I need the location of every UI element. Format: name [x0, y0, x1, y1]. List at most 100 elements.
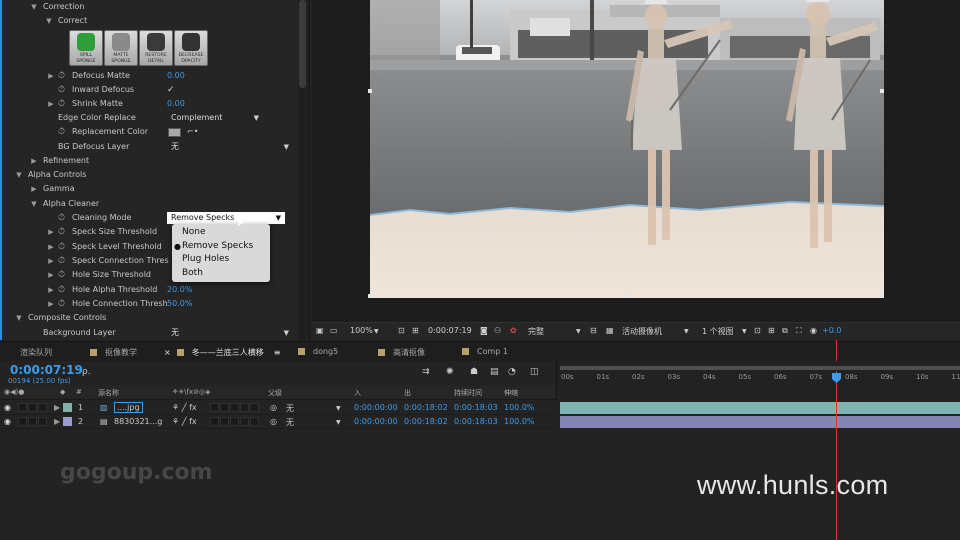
effect-row-alpha-controls[interactable]: ▼ Alpha Controls	[0, 168, 298, 182]
chevron-down-icon[interactable]: ▼	[276, 212, 281, 224]
layer-switch-box[interactable]	[38, 403, 47, 412]
layer-switch-box[interactable]	[28, 417, 37, 426]
dropdown-cleaning-mode[interactable]: Remove Specks ▼	[167, 212, 285, 224]
expand-triangle-right-icon[interactable]: ▶	[29, 154, 39, 168]
stopwatch-icon[interactable]: ⏱	[58, 211, 65, 225]
color-swatch[interactable]	[168, 128, 181, 137]
monitor-icon[interactable]: ▭	[330, 326, 338, 335]
color-channel-icon[interactable]: ✿	[510, 326, 517, 335]
effect-value[interactable]: 20.0%	[167, 283, 192, 297]
effect-row-shrink-matte[interactable]: ▶ ⏱ Shrink Matte 0.00	[0, 97, 298, 111]
stopwatch-icon[interactable]: ⏱	[58, 69, 65, 83]
parent-pickwhip-icon[interactable]: ◎	[270, 417, 277, 426]
layer-duration-bar[interactable]	[560, 402, 960, 414]
layer-switch-box[interactable]	[240, 403, 249, 412]
effect-row-gamma[interactable]: ▶ Gamma	[0, 182, 298, 196]
effect-row-correction[interactable]: ▼ Correction	[0, 0, 298, 14]
effect-row-refinement[interactable]: ▶ Refinement	[0, 154, 298, 168]
effect-row-bg-defocus-layer[interactable]: BG Defocus Layer 无 ▼	[0, 140, 298, 154]
parent-chevron-down-icon[interactable]: ▼	[336, 419, 341, 426]
layer-switch-box[interactable]	[18, 417, 27, 426]
spill-sponge-button[interactable]: SPILL SPONGE	[69, 30, 103, 66]
layer-switch-box[interactable]	[220, 403, 229, 412]
effect-row-alpha-cleaner[interactable]: ▼ Alpha Cleaner	[0, 197, 298, 211]
expand-triangle-right-icon[interactable]: ▶	[29, 182, 39, 196]
layer-switch-box[interactable]	[210, 417, 219, 426]
stopwatch-icon[interactable]: ⏱	[58, 225, 65, 239]
region-of-interest-icon[interactable]: ⊟	[590, 326, 597, 335]
expand-triangle-down-icon[interactable]: ▼	[14, 311, 24, 325]
views-chevron-icon[interactable]: ▼	[742, 328, 747, 335]
chevron-down-icon[interactable]: ▼	[284, 327, 289, 339]
expand-layer-icon[interactable]: ▶	[54, 403, 60, 412]
layer-in[interactable]: 0:00:00:00	[354, 417, 398, 426]
expand-triangle-right-icon[interactable]: ▶	[46, 69, 56, 83]
expand-triangle-down-icon[interactable]: ▼	[29, 197, 39, 211]
shy-layers-icon[interactable]: ☗	[470, 367, 478, 377]
stopwatch-icon[interactable]: ⏱	[58, 254, 65, 268]
effect-value[interactable]: 0.00	[167, 97, 185, 111]
zoom-chevron-icon[interactable]: ▼	[374, 328, 379, 335]
tab-0[interactable]: 渲染队列	[20, 347, 52, 358]
playhead-line[interactable]	[836, 371, 837, 540]
expand-triangle-down-icon[interactable]: ▼	[44, 14, 54, 28]
layer-row[interactable]: ◉ ▶ 1 ....jpg 无 0:00:00:00 0:00:18:02 0:00:18:0…	[0, 401, 556, 415]
effect-row-replacement-color[interactable]: ⏱ Replacement Color ⌐•	[0, 125, 298, 139]
menu-option-plug-holes[interactable]: Plug Holes	[182, 254, 229, 264]
eyedropper-icon[interactable]: ⌐•	[187, 125, 198, 139]
layer-label-color[interactable]	[63, 417, 72, 426]
layer-label-color[interactable]	[63, 403, 72, 412]
decrease-opacity-button[interactable]: DECREASE OPACITY	[174, 30, 208, 66]
comp-mini-flowchart-icon[interactable]: ⇉	[422, 367, 430, 377]
layer-switch-box[interactable]	[220, 417, 229, 426]
tab-5[interactable]: Comp 1	[462, 347, 508, 356]
camera-chevron-icon[interactable]: ▼	[684, 328, 689, 335]
expand-triangle-right-icon[interactable]: ▶	[46, 97, 56, 111]
effect-row-background-layer[interactable]: Background Layer 无 ▼	[0, 326, 298, 340]
layer-source-name[interactable]: ....jpg	[114, 402, 143, 413]
eye-icon[interactable]: ◉	[4, 403, 11, 412]
restore-detail-button[interactable]: RESTORE DETAIL	[139, 30, 173, 66]
close-tab-icon[interactable]: ×	[164, 348, 171, 357]
layer-switches-icons[interactable]: ⚘ ╱ fx	[172, 417, 197, 426]
transform-handle[interactable]	[368, 89, 372, 93]
expand-layer-icon[interactable]: ▶	[54, 417, 60, 426]
stopwatch-icon[interactable]: ⏱	[58, 83, 65, 97]
layer-switch-box[interactable]	[240, 417, 249, 426]
layer-duration[interactable]: 0:00:18:03	[454, 403, 498, 412]
tab-menu-icon[interactable]: ≡	[274, 348, 281, 357]
effect-row-composite-controls[interactable]: ▼ Composite Controls	[0, 311, 298, 325]
layer-row[interactable]: ◉ ▶ 2 8830321...g 无 0:00:00:00 0:00:18:02 0:00:…	[0, 415, 556, 429]
expand-triangle-down-icon[interactable]: ▼	[14, 168, 24, 182]
layer-duration[interactable]: 0:00:18:03	[454, 417, 498, 426]
expand-triangle-right-icon[interactable]: ▶	[46, 240, 56, 254]
stopwatch-icon[interactable]: ⏱	[58, 97, 65, 111]
source-name-header[interactable]: 源名称	[98, 388, 119, 398]
camera-snapshot-icon[interactable]: ◙	[480, 326, 488, 335]
effect-row-hole-connection-thresh[interactable]: ▶ ⏱ Hole Connection Thresh 50.0%	[0, 297, 298, 311]
region-icon[interactable]: ⊡	[398, 326, 405, 335]
layer-out[interactable]: 0:00:18:02	[404, 403, 448, 412]
dropdown-background-layer[interactable]: 无 ▼	[167, 327, 293, 339]
chevron-down-icon[interactable]: ▼	[254, 112, 259, 124]
layer-in[interactable]: 0:00:00:00	[354, 403, 398, 412]
effect-row-inward-defocus[interactable]: ⏱ Inward Defocus ✓	[0, 83, 298, 97]
resolution-select[interactable]: 完整	[528, 326, 544, 337]
transform-handle[interactable]	[368, 294, 372, 298]
layer-switches-icons[interactable]: ⚘ ╱ fx	[172, 403, 197, 412]
av-switches-icon[interactable]: ◉◀)●	[4, 388, 24, 396]
work-area-bar[interactable]	[560, 366, 960, 370]
menu-option-remove-specks[interactable]: Remove Specks	[182, 241, 253, 251]
preview-icon[interactable]: ▣	[316, 326, 324, 335]
effect-row-cleaning-mode[interactable]: ⏱ Cleaning Mode Remove Specks ▼	[0, 211, 298, 225]
expand-triangle-right-icon[interactable]: ▶	[46, 268, 56, 282]
draft-3d-icon[interactable]: ✺	[446, 367, 454, 377]
expand-triangle-right-icon[interactable]: ▶	[46, 297, 56, 311]
effect-row-defocus-matte[interactable]: ▶ ⏱ Defocus Matte 0.00	[0, 69, 298, 83]
layer-switch-box[interactable]	[230, 417, 239, 426]
expand-triangle-right-icon[interactable]: ▶	[46, 225, 56, 239]
effect-value[interactable]: 50.0%	[167, 297, 192, 311]
layer-switch-box[interactable]	[18, 403, 27, 412]
checkbox-checked[interactable]: ✓	[167, 83, 175, 97]
expand-triangle-down-icon[interactable]: ▼	[29, 0, 39, 14]
